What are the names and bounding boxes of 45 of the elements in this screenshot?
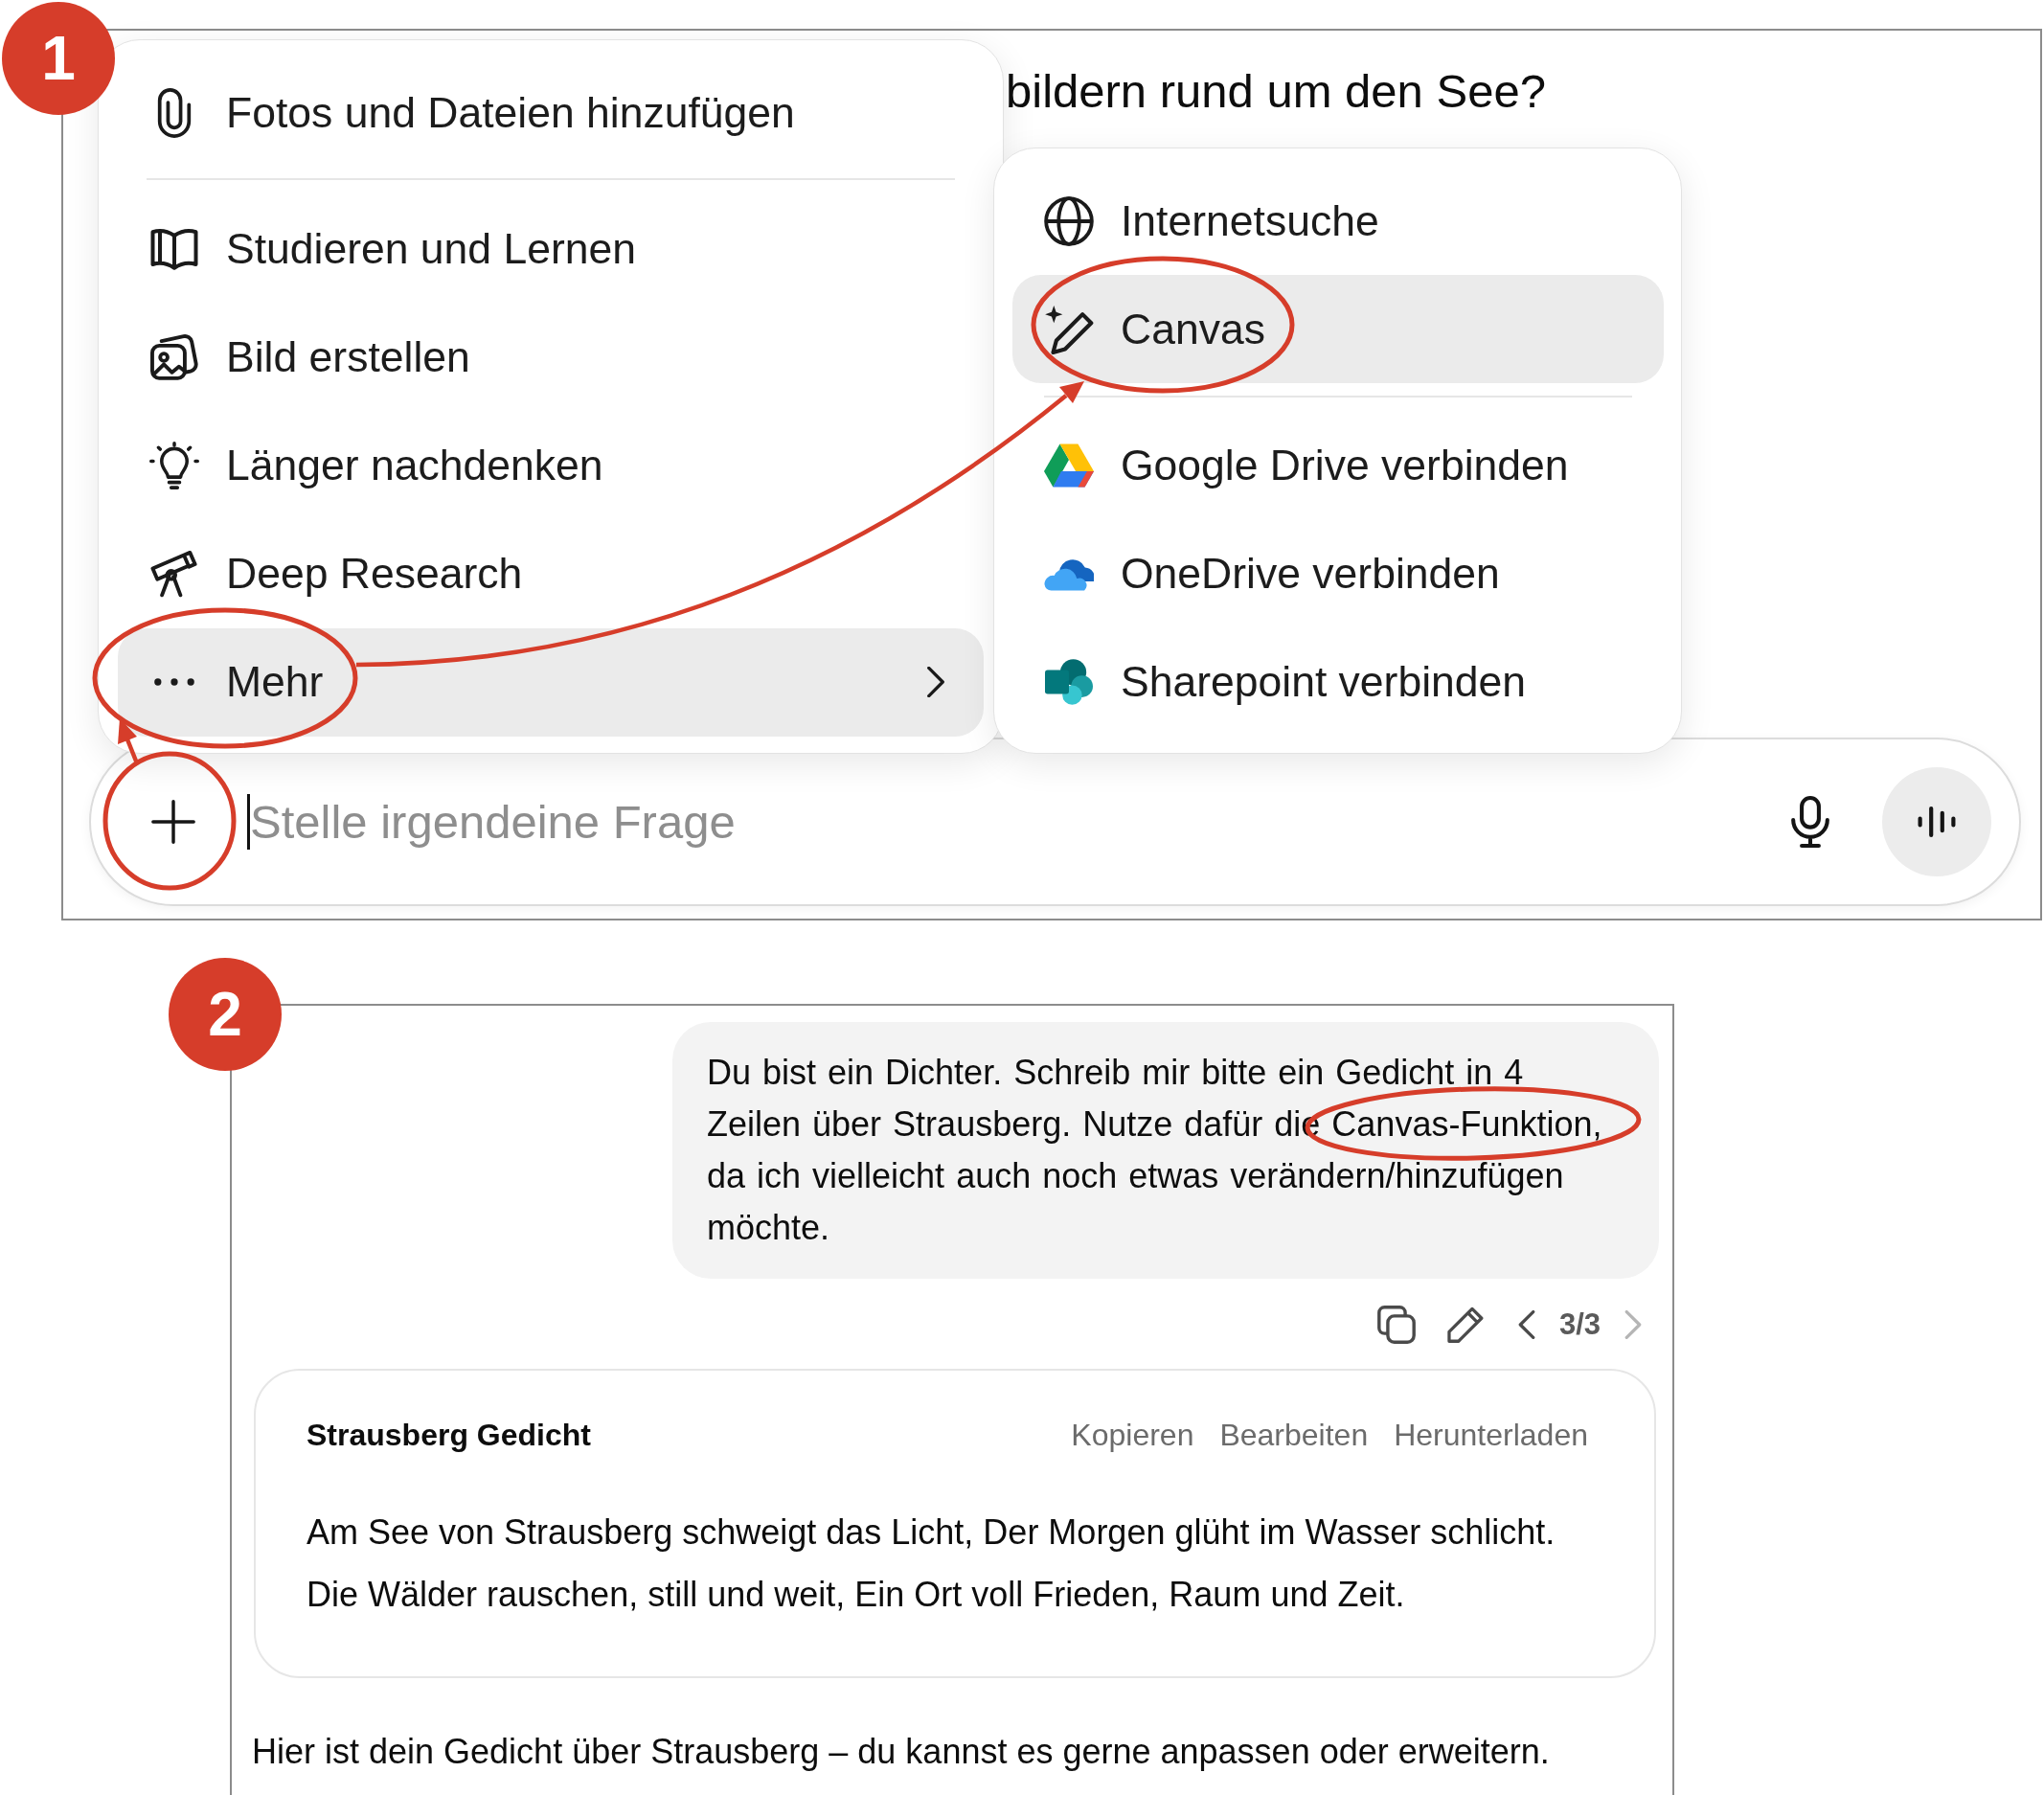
menu-item[interactable]: Deep Research xyxy=(118,519,984,628)
chevron-left-icon xyxy=(1517,1310,1535,1339)
menu-item[interactable]: Internetsuche xyxy=(1012,167,1664,275)
card-title: Strausberg Gedicht xyxy=(307,1417,591,1454)
menu-item[interactable]: Sharepoint verbinden xyxy=(1012,627,1664,737)
card-action[interactable]: Kopieren xyxy=(1071,1416,1194,1454)
chat-message-text: bildern rund um den See? xyxy=(1006,64,1546,119)
menu-item[interactable]: Mehr xyxy=(118,627,984,737)
chevron-right-icon xyxy=(1624,1310,1642,1339)
copy-button[interactable] xyxy=(1374,1304,1418,1346)
assistant-message: Hier ist dein Gedicht über Strausberg – du kannst es gerne anpassen oder erweitern. xyxy=(252,1731,1551,1773)
pencil-icon xyxy=(1446,1306,1484,1343)
step-badge: 1 xyxy=(2,2,115,115)
menu-item[interactable]: Google Drive verbinden xyxy=(1012,411,1664,520)
menu-item[interactable]: Länger nachdenken xyxy=(118,411,984,520)
text-cursor-icon xyxy=(247,794,250,850)
menu-item[interactable]: Bild erstellen xyxy=(118,303,984,412)
pencil-sparkle-icon xyxy=(1044,304,1094,354)
pictures-icon xyxy=(150,334,198,380)
book-icon xyxy=(150,227,198,271)
microphone-icon xyxy=(1791,796,1829,848)
pager-label: 3/3 xyxy=(1558,1306,1601,1343)
paperclip-icon xyxy=(157,87,192,138)
message-input[interactable]: Stelle irgendeine Frage xyxy=(250,787,1762,856)
waveform-icon xyxy=(1917,807,1957,837)
poem-line: Die Wälder rauschen, still und weit, Ein Ort voll Frieden, Raum und Zeit. xyxy=(307,1574,1406,1616)
annotation-arrow xyxy=(118,718,140,764)
card-action[interactable]: Herunterladen xyxy=(1394,1416,1588,1454)
menu-item[interactable]: Canvas xyxy=(1012,275,1664,383)
lightbulb-icon xyxy=(149,442,199,489)
card-action[interactable]: Bearbeiten xyxy=(1219,1416,1369,1454)
step-badge: 2 xyxy=(169,958,282,1071)
ellipsis-icon xyxy=(154,678,194,686)
copy-icon xyxy=(1376,1306,1416,1344)
menu-item[interactable]: Fotos und Dateien hinzufügen xyxy=(118,58,984,167)
menu-item[interactable]: Studieren und Lernen xyxy=(118,194,984,304)
menu-item[interactable]: OneDrive verbinden xyxy=(1012,519,1664,628)
triangle-logo-icon xyxy=(1044,443,1094,488)
composer-bar[interactable]: Stelle irgendeine Frage xyxy=(89,738,2021,906)
circles-logo-icon xyxy=(1045,659,1093,705)
plus-icon xyxy=(151,800,195,844)
telescope-icon xyxy=(150,550,198,598)
poem-line: Am See von Strausberg schweigt das Licht, Der Morgen glüht im Wasser schlicht. xyxy=(307,1511,1556,1554)
globe-icon xyxy=(1044,195,1094,246)
chevron-right-icon xyxy=(926,667,945,697)
